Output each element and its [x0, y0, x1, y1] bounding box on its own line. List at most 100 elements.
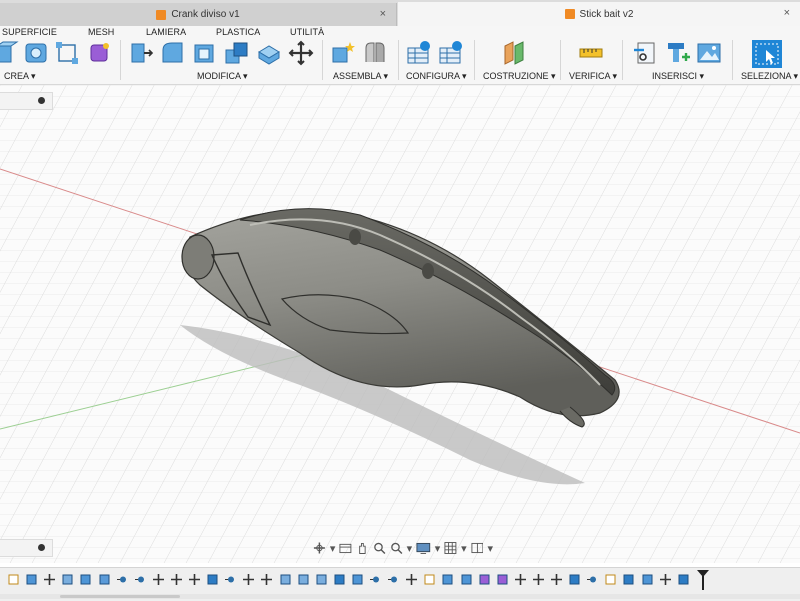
timeline-joint-icon[interactable]: [116, 574, 128, 585]
insert-derive-icon[interactable]: [632, 40, 658, 66]
ribbon-tab-plastica[interactable]: PLASTICA: [216, 27, 260, 37]
timeline-joint-icon[interactable]: [225, 574, 236, 585]
timeline-joint-icon[interactable]: [134, 574, 146, 585]
timeline-combine-icon[interactable]: [569, 574, 580, 585]
timeline-move-icon[interactable]: [170, 574, 182, 585]
ribbon-tab-lamiera[interactable]: LAMIERA: [146, 27, 186, 37]
shell-icon[interactable]: [192, 40, 218, 66]
close-icon[interactable]: ×: [784, 7, 790, 19]
revolve-icon[interactable]: [24, 40, 50, 66]
group-inserisci[interactable]: INSERISCI ▾: [652, 71, 704, 82]
timeline-fillet-icon[interactable]: [316, 574, 327, 585]
group-costruzione[interactable]: COSTRUZIONE ▾: [483, 71, 556, 82]
timeline-form-icon[interactable]: [497, 574, 508, 585]
timeline-move-icon[interactable]: [243, 574, 255, 585]
tab-crank-diviso[interactable]: Crank diviso v1 ×: [0, 3, 397, 26]
timeline-fillet-icon[interactable]: [298, 574, 309, 585]
timeline-form-icon[interactable]: [479, 574, 490, 585]
timeline-marker-icon[interactable]: [696, 569, 710, 591]
scrollbar-thumb[interactable]: [60, 595, 180, 598]
move-icon[interactable]: [288, 40, 314, 66]
timeline-move-icon[interactable]: [514, 574, 526, 585]
offset-face-icon[interactable]: [256, 40, 282, 66]
line-tie-hole: [349, 229, 361, 245]
timeline-move-icon[interactable]: [532, 574, 544, 585]
grid-settings-icon[interactable]: [444, 541, 457, 555]
timeline-extrude-icon[interactable]: [26, 574, 37, 585]
timeline-extrude-icon[interactable]: [461, 574, 472, 585]
timeline-move-icon[interactable]: [189, 574, 200, 585]
insert-mesh-icon[interactable]: [664, 40, 690, 66]
joint-icon[interactable]: [362, 40, 388, 66]
expand-icon[interactable]: [38, 544, 45, 551]
timeline-fillet-icon[interactable]: [62, 574, 73, 585]
timeline-move-icon[interactable]: [152, 574, 164, 585]
timeline-move-icon[interactable]: [551, 574, 562, 585]
fillet-icon[interactable]: [160, 40, 186, 66]
timeline-sketch-icon[interactable]: [424, 574, 435, 585]
extrude-icon[interactable]: [0, 40, 20, 66]
look-at-icon[interactable]: [339, 541, 352, 555]
timeline-move-icon[interactable]: [44, 574, 56, 585]
document-icon: [564, 9, 575, 19]
offset-plane-icon[interactable]: [502, 40, 528, 66]
timeline-draft-icon[interactable]: [642, 574, 653, 585]
timeline-sketch-icon[interactable]: [605, 574, 616, 585]
configure-rules-icon[interactable]: [438, 40, 464, 66]
group-verifica[interactable]: VERIFICA ▾: [569, 71, 617, 82]
fit-icon[interactable]: [390, 541, 403, 555]
chevron-down-icon[interactable]: ▾: [330, 542, 336, 555]
timeline-combine-icon[interactable]: [623, 574, 634, 585]
expand-icon[interactable]: [38, 97, 45, 104]
ribbon-tab-mesh[interactable]: MESH: [88, 27, 114, 37]
new-component-icon[interactable]: [330, 40, 356, 66]
timeline-combine-icon[interactable]: [334, 574, 345, 585]
timeline-joint-icon[interactable]: [370, 574, 381, 585]
ribbon-tab-utilita[interactable]: UTILITÀ: [290, 27, 324, 37]
ribbon-tab-superficie[interactable]: SUPERFICIE: [2, 27, 57, 37]
measure-icon[interactable]: [578, 40, 604, 66]
timeline-combine-icon[interactable]: [207, 574, 218, 585]
form-icon[interactable]: [86, 40, 112, 66]
chevron-down-icon[interactable]: ▾: [407, 542, 413, 555]
timeline-combine-icon[interactable]: [678, 574, 689, 585]
timeline-fillet-icon[interactable]: [280, 574, 291, 585]
configure-table-icon[interactable]: [406, 40, 432, 66]
document-tab-bar: Crank diviso v1 × Stick bait v2 ×: [0, 0, 800, 27]
timeline-extrude-icon[interactable]: [442, 574, 453, 585]
comments-panel-collapsed[interactable]: [0, 539, 53, 557]
timeline-body-icon[interactable]: [99, 574, 110, 585]
timeline-move-icon[interactable]: [406, 574, 418, 585]
group-configura[interactable]: CONFIGURA ▾: [406, 71, 467, 82]
group-assembla[interactable]: ASSEMBLA ▾: [333, 71, 388, 82]
browser-panel-collapsed[interactable]: [0, 92, 53, 110]
3d-viewport[interactable]: [0, 85, 800, 563]
tab-label: Crank diviso v1: [171, 9, 240, 20]
group-seleziona[interactable]: SELEZIONA ▾: [741, 71, 798, 82]
timeline-move-icon[interactable]: [659, 574, 671, 585]
viewports-icon[interactable]: [471, 541, 484, 555]
display-settings-icon[interactable]: [416, 541, 431, 555]
group-modifica[interactable]: MODIFICA ▾: [197, 71, 248, 82]
timeline-scrollbar[interactable]: [0, 594, 800, 599]
timeline-sketch-icon[interactable]: [8, 574, 19, 585]
timeline-extrude-icon[interactable]: [352, 574, 363, 585]
group-crea[interactable]: CREA ▾: [4, 71, 36, 82]
sketch-icon[interactable]: [54, 40, 80, 66]
close-icon[interactable]: ×: [380, 8, 386, 20]
press-pull-icon[interactable]: [128, 40, 154, 66]
insert-canvas-icon[interactable]: [696, 40, 722, 66]
pan-icon[interactable]: [356, 541, 369, 555]
chevron-down-icon[interactable]: ▾: [435, 542, 441, 555]
chevron-down-icon[interactable]: ▾: [461, 542, 467, 555]
timeline-extrude-icon[interactable]: [80, 574, 91, 585]
orbit-icon[interactable]: [313, 541, 326, 555]
zoom-icon[interactable]: [373, 541, 386, 555]
combine-icon[interactable]: [224, 40, 250, 66]
chevron-down-icon[interactable]: ▾: [487, 542, 493, 555]
tab-stick-bait[interactable]: Stick bait v2 ×: [398, 2, 800, 26]
timeline-joint-icon[interactable]: [587, 574, 598, 585]
timeline-joint-icon[interactable]: [388, 574, 399, 585]
select-icon[interactable]: [752, 40, 782, 68]
timeline-move-icon[interactable]: [261, 574, 273, 585]
